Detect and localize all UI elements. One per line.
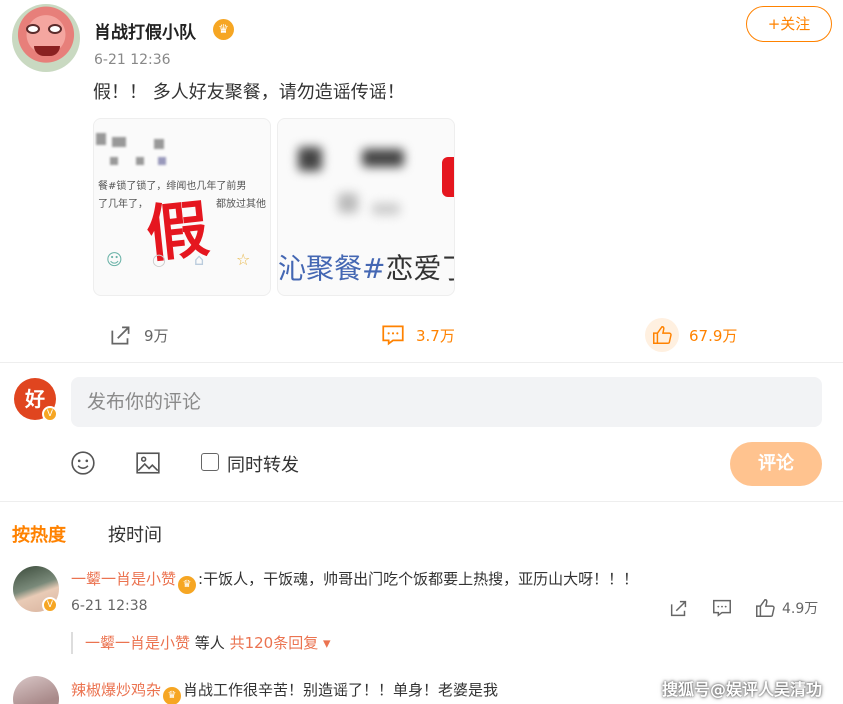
post-image-1[interactable]: 餐#锁了锁了，绯闻也几年了前男 了几年了， 都放过其他 假 ☺ ○ ⌂ ☆ — [93, 118, 271, 296]
comment-content: 辣椒爆炒鸡杂 ♛ 肖战工作很辛苦！别造谣了！！单身！老婆是我 — [71, 679, 498, 704]
emoji-icon[interactable] — [70, 450, 96, 476]
vip-icon: V — [42, 406, 58, 422]
post-image-2[interactable]: 沁聚餐#恋爱了 — [277, 118, 455, 296]
image-icon[interactable] — [135, 450, 161, 476]
blurred-region — [112, 137, 126, 147]
blurred-region — [372, 203, 400, 215]
commenter-avatar[interactable] — [13, 676, 59, 704]
submit-comment-button[interactable]: 评论 — [730, 442, 822, 486]
avatar-mouth — [34, 46, 60, 56]
commenter-name[interactable]: 一颦一肖是小赞 — [71, 570, 176, 588]
like-button[interactable]: 67.9万 — [645, 314, 737, 356]
share-button[interactable]: 9万 — [108, 314, 169, 356]
comment-like-button[interactable]: 4.9万 — [754, 597, 818, 619]
blurred-region — [110, 157, 118, 165]
blurred-region — [96, 133, 106, 145]
star-icon: ☆ — [236, 250, 251, 269]
like-icon — [645, 318, 679, 352]
home-icon: ⌂ — [194, 250, 205, 269]
comment-reply-button[interactable] — [710, 597, 734, 619]
post-text: 假！！ 多人好友聚餐，请勿造谣传谣！ — [93, 82, 405, 103]
blurred-region — [298, 147, 322, 171]
blurred-region — [154, 139, 164, 149]
reply-summary[interactable]: 一颦一肖是小赞 等人 共120条回复 ▾ — [71, 632, 331, 654]
blurred-region — [136, 157, 144, 165]
repost-label[interactable]: 同时转发 — [227, 451, 299, 477]
blurred-region — [362, 149, 404, 167]
comment-text: 肖战工作很辛苦！别造谣了！！单身！老婆是我 — [183, 681, 499, 699]
comment-button[interactable]: 3.7万 — [380, 314, 455, 356]
watermark: 搜狐号@娱评人吴清功 — [662, 680, 823, 699]
crown-icon: ♛ — [163, 687, 182, 704]
share-icon — [670, 600, 687, 617]
red-mark — [442, 157, 454, 197]
reply-mid-text: 等人 — [190, 634, 230, 652]
wechat-icon: ☺ — [106, 250, 123, 269]
blurred-region — [158, 157, 166, 165]
author-avatar[interactable] — [12, 4, 80, 72]
repost-checkbox[interactable] — [201, 453, 219, 471]
tab-sort-hot[interactable]: 按热度 — [12, 521, 66, 547]
comment-time: 6-21 12:38 — [71, 598, 148, 614]
caption-text: 恋爱了 — [385, 252, 454, 285]
vip-icon: V — [42, 597, 58, 613]
blurred-region — [338, 193, 358, 213]
divider — [0, 362, 843, 363]
comment-like-count: 4.9万 — [782, 601, 819, 617]
reply-count[interactable]: 共120条回复 — [230, 634, 319, 652]
circle-icon: ○ — [152, 250, 166, 269]
tab-sort-time[interactable]: 按时间 — [108, 521, 162, 547]
image-text-line: 都放过其他 — [216, 199, 266, 210]
divider — [0, 501, 843, 502]
post-actions: 9万 3.7万 67.9万 — [0, 314, 843, 356]
commenter-name[interactable]: 辣椒爆炒鸡杂 — [71, 681, 161, 699]
reply-user[interactable]: 一颦一肖是小赞 — [85, 634, 190, 652]
avatar-eye — [48, 24, 62, 34]
image-text-line: 了几年了， — [98, 199, 148, 210]
comment-input[interactable] — [71, 377, 822, 427]
comment-content: 一颦一肖是小赞 ♛:干饭人，干饭魂，帅哥出门吃个饭都要上热搜，亚历山大呀！！！ — [71, 568, 638, 594]
follow-button[interactable]: +关注 — [746, 6, 832, 42]
crown-icon: ♛ — [178, 576, 197, 594]
comment-count: 3.7万 — [416, 326, 455, 345]
post-time[interactable]: 6-21 12:36 — [94, 52, 171, 68]
like-icon — [756, 599, 775, 617]
share-icon — [111, 326, 130, 345]
comment-icon — [713, 599, 731, 617]
post-header: 肖战打假小队 ♛ 6-21 12:36 +关注 — [12, 4, 832, 74]
share-count: 9万 — [144, 326, 169, 345]
author-name[interactable]: 肖战打假小队 — [94, 18, 196, 43]
comment-text: :干饭人，干饭魂，帅哥出门吃个饭都要上热搜，亚历山大呀！！！ — [198, 570, 639, 588]
avatar-eye — [26, 24, 40, 34]
crown-icon: ♛ — [213, 19, 234, 40]
like-count: 67.9万 — [689, 326, 738, 345]
caption-hashtag: 沁聚餐# — [278, 252, 386, 285]
image-caption: 沁聚餐#恋爱了 — [278, 247, 454, 287]
comment-icon — [382, 325, 404, 346]
comment-share-button[interactable] — [668, 597, 690, 619]
chevron-down-icon[interactable]: ▾ — [318, 634, 331, 652]
